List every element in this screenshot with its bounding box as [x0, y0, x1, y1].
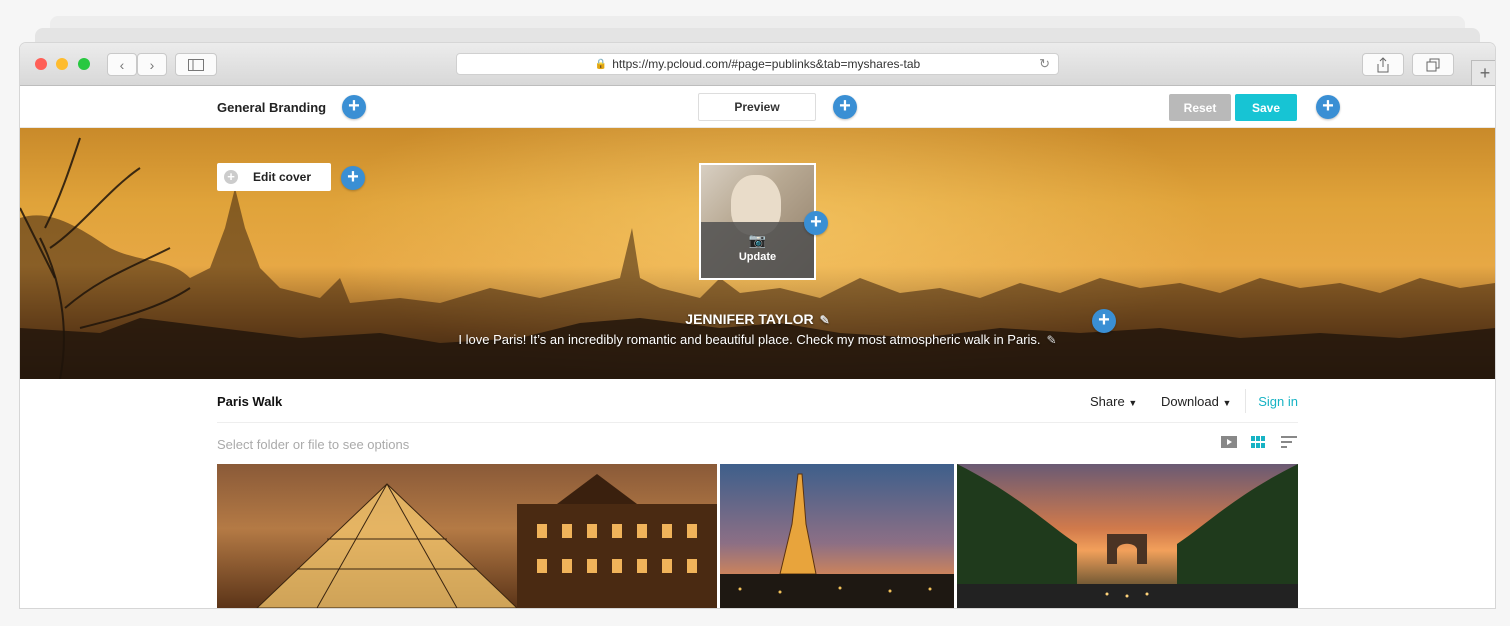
add-hint-plus-icon[interactable]: + [833, 95, 857, 119]
caret-down-icon: ▼ [1128, 398, 1138, 408]
add-hint-plus-icon[interactable]: + [342, 95, 366, 119]
chevron-right-icon: › [149, 56, 155, 73]
add-hint-plus-icon[interactable]: + [1092, 309, 1116, 333]
reload-icon[interactable]: ↻ [1039, 56, 1050, 72]
camera-icon: 📷 [748, 232, 767, 248]
avatar[interactable]: 📷 Update [699, 163, 816, 280]
minimize-window-button[interactable] [56, 58, 68, 70]
profile-bio-text: I love Paris! It’s an incredibly romanti… [458, 332, 1041, 347]
grid-view-icon[interactable] [1251, 436, 1265, 448]
edit-pencil-icon[interactable]: ✎ [1047, 333, 1057, 347]
tabs-icon [1426, 58, 1440, 71]
sidebar-icon [188, 58, 204, 71]
profile-name: JENNIFER TAYLOR ✎ [20, 311, 1495, 327]
new-tab-button[interactable]: + [1471, 60, 1495, 86]
add-hint-plus-icon[interactable]: + [341, 166, 365, 190]
photo-thumbnail-eiffel-tower[interactable] [720, 464, 954, 608]
save-button[interactable]: Save [1235, 94, 1297, 121]
edit-cover-label: Edit cover [253, 170, 312, 184]
plus-icon: + [1479, 63, 1491, 83]
photo-thumbnail-louvre[interactable] [217, 464, 717, 608]
add-circle-icon: + [224, 170, 238, 184]
preview-button[interactable]: Preview [698, 93, 816, 121]
divider [1245, 389, 1246, 413]
louvre-image [256, 474, 717, 608]
share-label: Share [1090, 394, 1125, 409]
page-title: General Branding [217, 100, 327, 115]
edit-pencil-icon[interactable]: ✎ [820, 313, 830, 327]
add-hint-plus-icon[interactable]: + [804, 211, 828, 235]
page-content: General Branding + Preview + Reset Save … [20, 87, 1495, 608]
lock-icon: 🔒 [594, 58, 608, 70]
profile-name-text: JENNIFER TAYLOR [685, 311, 814, 327]
add-hint-plus-icon[interactable]: + [1316, 95, 1340, 119]
share-menu[interactable]: Share ▼ [1090, 394, 1137, 409]
chevron-left-icon: ‹ [119, 56, 125, 73]
photo-grid [217, 464, 1298, 608]
browser-toolbar: ‹ › 🔒 https://my.pcloud.com/#page=publin… [20, 43, 1495, 86]
eiffel-tower-image [720, 473, 954, 608]
reset-button[interactable]: Reset [1169, 94, 1231, 121]
sidebar-toggle-button[interactable] [175, 53, 217, 76]
cover-image: + Edit cover + 📷 Update + JENNIFER TAYLO… [20, 128, 1495, 379]
back-button[interactable]: ‹ [107, 53, 137, 76]
avatar-update-label: Update [738, 251, 777, 263]
folder-header: Paris Walk Share ▼ Download ▼ Sign in [217, 379, 1298, 423]
address-bar[interactable]: 🔒 https://my.pcloud.com/#page=publinks&t… [456, 53, 1059, 75]
selection-hint: Select folder or file to see options [217, 437, 410, 452]
tabs-overview-button[interactable] [1412, 53, 1454, 76]
zoom-window-button[interactable] [78, 58, 90, 70]
share-button[interactable] [1362, 53, 1404, 76]
close-window-button[interactable] [35, 58, 47, 70]
share-icon [1377, 56, 1389, 72]
forward-button[interactable]: › [137, 53, 167, 76]
photo-thumbnail-arc-de-triomphe[interactable] [957, 464, 1298, 608]
download-menu[interactable]: Download ▼ [1161, 394, 1231, 409]
branding-toolbar: General Branding + Preview + Reset Save … [20, 87, 1495, 128]
url-text: https://my.pcloud.com/#page=publinks&tab… [612, 57, 921, 71]
slideshow-icon[interactable] [1221, 436, 1237, 448]
sign-in-link[interactable]: Sign in [1258, 394, 1298, 409]
edit-cover-button[interactable]: + Edit cover [217, 163, 331, 191]
sort-icon[interactable] [1281, 436, 1297, 448]
profile-bio: I love Paris! It’s an incredibly romanti… [20, 332, 1495, 347]
browser-window: ‹ › 🔒 https://my.pcloud.com/#page=publin… [20, 43, 1495, 608]
arc-de-triomphe-image [957, 464, 1298, 608]
avatar-update-overlay[interactable]: 📷 Update [701, 222, 814, 278]
caret-down-icon: ▼ [1222, 398, 1232, 408]
folder-title: Paris Walk [217, 394, 283, 409]
download-label: Download [1161, 394, 1219, 409]
